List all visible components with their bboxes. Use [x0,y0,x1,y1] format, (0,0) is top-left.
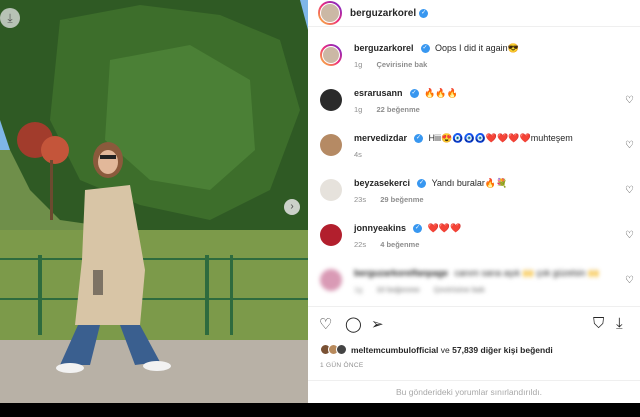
comment-text: 🔥🔥🔥 [424,88,458,98]
comment-text-line: esrarusann ✓ 🔥🔥🔥 [354,87,640,99]
author-avatar[interactable] [318,1,342,25]
verified-icon: ✓ [420,44,430,54]
comment-like-heart-icon[interactable]: ♡ [625,230,634,241]
caption-text: Oops I did it again😎 [435,43,519,53]
post-header: berguzarkorel ✓ [308,0,640,27]
verified-icon: ✓ [414,134,424,144]
comment-avatar[interactable] [320,134,342,156]
comment-text: Yandı buralar🔥💐 [431,178,508,188]
comment-likes[interactable]: 10 beğenme [376,285,419,294]
comment-avatar[interactable] [320,179,342,201]
translate-link[interactable]: Çevirisine bak [434,285,485,294]
comment-avatar[interactable] [320,89,342,111]
comment-text-line: berguzarkorelfanpage canım sana aşık 🙌 ç… [354,267,640,279]
post-side-panel: berguzarkorel ✓ berguzarkorel ✓ Oops I di… [308,0,640,403]
comment-like-heart-icon[interactable]: ♡ [625,140,634,151]
likes-suffix[interactable]: diğer kişi beğendi [481,345,553,355]
caption-item: berguzarkorel ✓ Oops I did it again😎 1g Ç… [308,34,640,79]
share-send-icon[interactable]: ➢ [371,315,384,333]
comment-meta: 23s 29 beğenme [354,195,640,204]
caption-text-line: berguzarkorel ✓ Oops I did it again😎 [354,42,640,54]
comment-text: ❤️❤️❤️ [427,223,462,233]
liker-username[interactable]: meltemcumbulofficial [351,345,438,355]
next-photo-icon[interactable]: › [284,199,300,215]
comment-meta: 1g 22 beğenme [354,105,640,114]
comment-time: 4s [354,150,362,159]
comment-likes[interactable]: 4 beğenme [380,240,419,249]
comment-time: 22s [354,240,367,249]
verified-icon: ✓ [419,8,429,18]
comment-username[interactable]: mervedizdar [354,133,407,143]
comment-text-line: mervedizdar ✓ Hiii😍🧿🧿🧿❤️❤️❤️❤️muhteşem [354,132,640,144]
comment-item: beyzasekerci ✓ Yandı buralar🔥💐 23s 29 beğ… [308,169,640,214]
likes-count[interactable]: 57,839 [452,345,478,355]
comment-avatar[interactable] [320,224,342,246]
post-date[interactable]: 1 GÜN ÖNCE [320,362,363,369]
translate-link[interactable]: Çevirisine bak [376,60,427,69]
likes-text[interactable]: meltemcumbulofficial ve 57,839 diğer kiş… [351,345,553,355]
comment-item: jonnyeakins ✓ ❤️❤️❤️ 22s 4 beğenme ♡ [308,214,640,259]
comment-avatar[interactable] [320,269,342,291]
comment-username[interactable]: esrarusann [354,88,403,98]
comment-username[interactable]: berguzarkorelfanpage [354,268,448,278]
caption-avatar[interactable] [320,44,342,66]
comment-time: 23s [354,195,367,204]
comment-text-line: beyzasekerci ✓ Yandı buralar🔥💐 [354,177,640,189]
verified-icon: ✓ [413,224,423,234]
comment-meta: 22s 4 beğenme [354,240,640,249]
comment-like-heart-icon[interactable]: ♡ [625,185,634,196]
bottom-strip [0,403,640,417]
likes-summary: meltemcumbulofficial ve 57,839 diğer kiş… [320,344,553,355]
comment-meta: 4s [354,150,640,159]
comments-limited-notice: Bu gönderideki yorumlar sınırlandırıldı. [308,380,640,403]
comment-bubble-icon[interactable]: ◯ [345,315,362,333]
post-photo-illustration [0,0,308,403]
instagram-post-modal: ⤓ › berguzarkorel ✓ berguzarkorel ✓ Oops … [0,0,640,417]
action-bar: ♡ ◯ ➢ ⛉ ⤓ [308,306,640,340]
comment-time: 1g [354,105,363,114]
comment-username[interactable]: beyzasekerci [354,178,410,188]
caption-time: 1g [354,60,363,69]
verified-icon: ✓ [417,179,427,189]
comment-item: mervedizdar ✓ Hiii😍🧿🧿🧿❤️❤️❤️❤️muhteşem 4s… [308,124,640,169]
comment-item-blurred: berguzarkorelfanpage canım sana aşık 🙌 ç… [308,259,640,304]
likes-connector: ve [440,344,450,355]
verified-icon: ✓ [409,89,419,99]
comment-meta: 1g 10 beğenme Çevirisine bak [354,285,640,294]
comment-text: canım sana aşık 🙌 çok güzelsin 🙌 [454,268,600,278]
comment-like-heart-icon[interactable]: ♡ [625,275,634,286]
caption-meta: 1g Çevirisine bak [354,60,640,69]
liker-avatar[interactable] [336,344,347,355]
post-photo[interactable]: ⤓ › [0,0,308,403]
download-icon[interactable]: ⤓ [616,315,623,332]
caption-username[interactable]: berguzarkorel [354,43,414,53]
comment-text-line: jonnyeakins ✓ ❤️❤️❤️ [354,222,640,234]
comment-likes[interactable]: 29 beğenme [380,195,423,204]
comment-likes[interactable]: 22 beğenme [376,105,419,114]
like-heart-icon[interactable]: ♡ [319,315,332,333]
save-bookmark-icon[interactable]: ⛉ [593,315,604,332]
author-username[interactable]: berguzarkorel [350,8,416,19]
comment-time: 1g [354,285,363,294]
download-icon[interactable]: ⤓ [0,8,20,28]
comment-text: Hiii😍🧿🧿🧿❤️❤️❤️❤️muhteşem [428,133,573,143]
comment-username[interactable]: jonnyeakins [354,223,406,233]
comment-item: esrarusann ✓ 🔥🔥🔥 1g 22 beğenme ♡ [308,79,640,124]
comment-like-heart-icon[interactable]: ♡ [625,95,634,106]
comment-list: berguzarkorel ✓ Oops I did it again😎 1g Ç… [308,34,640,304]
